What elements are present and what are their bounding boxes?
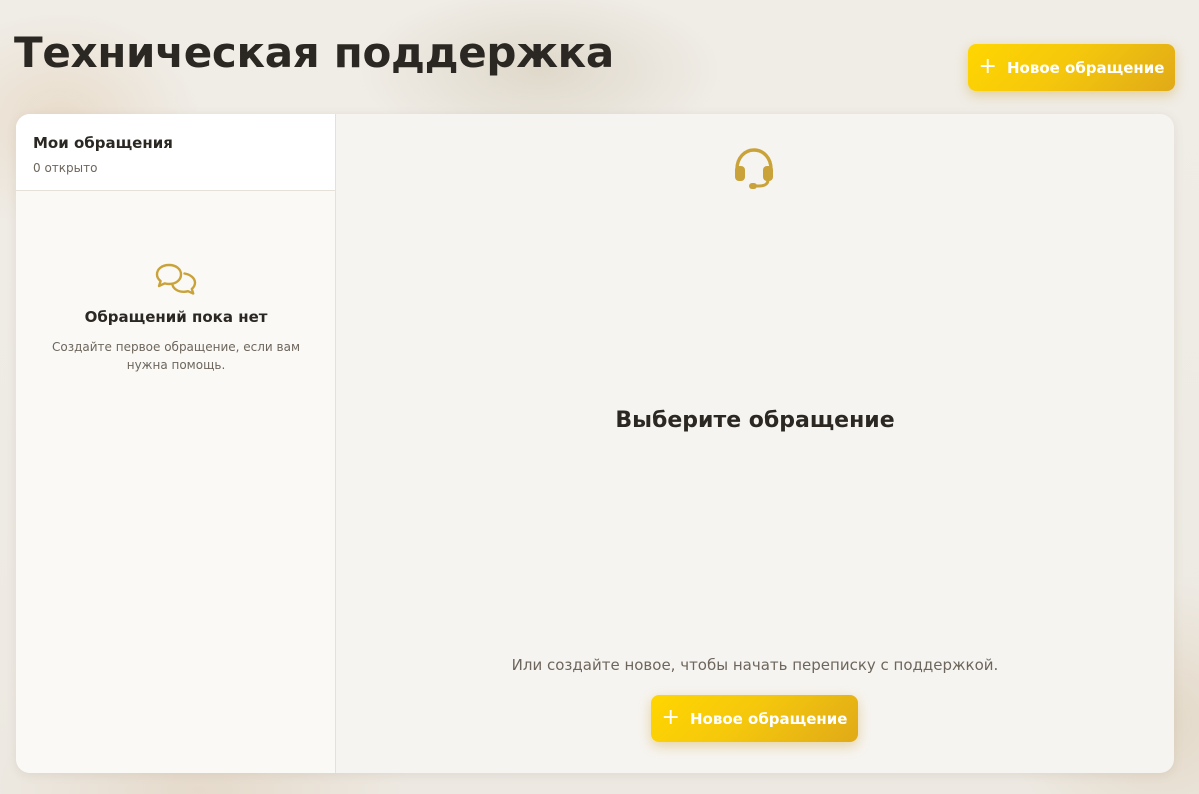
open-tickets-count: 0 открыто (33, 161, 98, 175)
create-ticket-hint: Или создайте новое, чтобы начать перепис… (511, 656, 999, 674)
new-ticket-button-label: Новое обращение (689, 709, 848, 728)
support-panel: Мои обращения 0 открыто Обращений пока н… (16, 114, 1174, 773)
select-ticket-title: Выберите обращение (615, 408, 895, 433)
sidebar-title: Мои обращения (33, 134, 173, 152)
empty-tickets-title: Обращений пока нет (84, 308, 268, 326)
tickets-sidebar: Мои обращения 0 открыто Обращений пока н… (16, 114, 336, 773)
sidebar-header: Мои обращения 0 открыто (16, 114, 335, 191)
new-ticket-button-label: Новое обращение (1006, 58, 1165, 77)
ticket-detail-area: Выберите обращение Или создайте новое, ч… (336, 114, 1174, 773)
empty-tickets-state: Обращений пока нет Создайте первое обращ… (16, 262, 336, 374)
page-title: Техническая поддержка (14, 28, 614, 77)
plus-icon: + (661, 704, 680, 730)
plus-icon: + (978, 53, 997, 79)
headset-icon (731, 144, 777, 190)
empty-tickets-description: Создайте первое обращение, если вам нужн… (52, 340, 300, 372)
chat-bubbles-icon (155, 262, 197, 296)
new-ticket-button-header[interactable]: + Новое обращение (968, 44, 1175, 91)
new-ticket-button-main[interactable]: + Новое обращение (651, 695, 858, 742)
